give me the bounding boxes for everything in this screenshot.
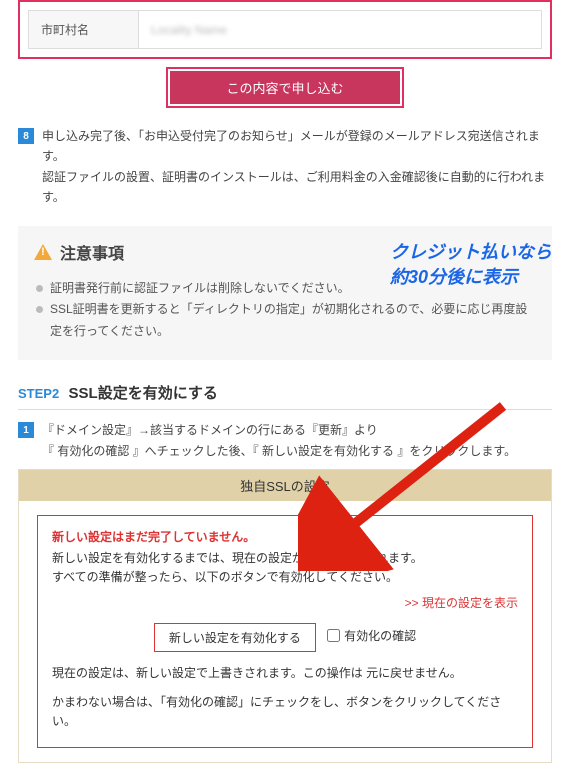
apply-button[interactable]: この内容で申し込む (170, 71, 399, 104)
activate-settings-button[interactable]: 新しい設定を有効化する (154, 623, 316, 652)
form-label-locality: 市町村名 (29, 11, 139, 49)
application-form-frame: 市町村名 Locality Name (18, 0, 552, 59)
step2-instruction: 1 『ドメイン設定』→該当するドメインの行にある『更新』より 『 有効化の確認 … (18, 420, 552, 461)
step-label: STEP2 (18, 386, 59, 401)
note-line: 申し込み完了後、「お申込受付完了のお知らせ」メールが登録のメールアドレス宛送信さ… (42, 126, 552, 167)
caution-item: SSL証明書を更新すると「ディレクトリの指定」が初期化されるので、必要に応じ再度… (34, 299, 536, 342)
note-line: 認証ファイルの設置、証明書のインストールは、ご利用料金の入金確認後に自動的に行わ… (42, 167, 552, 208)
activation-note: かまわない場合は、「有効化の確認」にチェックをし、ボタンをクリックしてください。 (52, 693, 518, 731)
caution-box: 注意事項 証明書発行前に認証ファイルは削除しないでください。 SSL証明書を更新… (18, 226, 552, 361)
caution-item: 証明書発行前に認証ファイルは削除しないでください。 (34, 278, 536, 300)
confirm-activation-label[interactable]: 有効化の確認 (327, 627, 416, 644)
table-row: 市町村名 Locality Name (29, 11, 542, 49)
step-badge: 1 (18, 422, 34, 438)
instruction-line: 『ドメイン設定』→該当するドメインの行にある『更新』より (42, 420, 516, 440)
step-note-8: 8 申し込み完了後、「お申込受付完了のお知らせ」メールが登録のメールアドレス宛送… (18, 126, 552, 208)
instruction-line: 『 有効化の確認 』へチェックした後、『 新しい設定を有効化する 』をクリックし… (42, 441, 516, 461)
application-form-table: 市町村名 Locality Name (28, 10, 542, 49)
panel-title: 独自SSLの設定 (19, 470, 551, 501)
confirm-activation-text: 有効化の確認 (344, 627, 416, 644)
step2-heading: STEP2 SSL設定を有効にする (18, 382, 552, 410)
form-value-locality: Locality Name (139, 11, 542, 49)
show-current-settings-link[interactable]: >> 現在の設定を表示 (405, 596, 518, 610)
activation-desc: 新しい設定を有効化するまでは、現在の設定が続けて使用されます。 (52, 549, 518, 568)
step-badge: 8 (18, 128, 34, 144)
activation-box: 新しい設定はまだ完了していません。 新しい設定を有効化するまでは、現在の設定が続… (37, 515, 533, 748)
caution-heading: 注意事項 (60, 240, 124, 264)
warning-icon (34, 244, 52, 260)
submit-button-frame: この内容で申し込む (166, 67, 403, 108)
activation-desc: すべての準備が整ったら、以下のボタンで有効化してください。 (52, 568, 518, 587)
activation-note: 現在の設定は、新しい設定で上書きされます。この操作は 元に戻せません。 (52, 664, 518, 683)
step-title: SSL設定を有効にする (69, 385, 218, 402)
activation-warning: 新しい設定はまだ完了していません。 (52, 528, 518, 545)
ssl-settings-panel: 独自SSLの設定 新しい設定はまだ完了していません。 新しい設定を有効化するまで… (18, 469, 552, 763)
confirm-activation-checkbox[interactable] (327, 629, 340, 642)
